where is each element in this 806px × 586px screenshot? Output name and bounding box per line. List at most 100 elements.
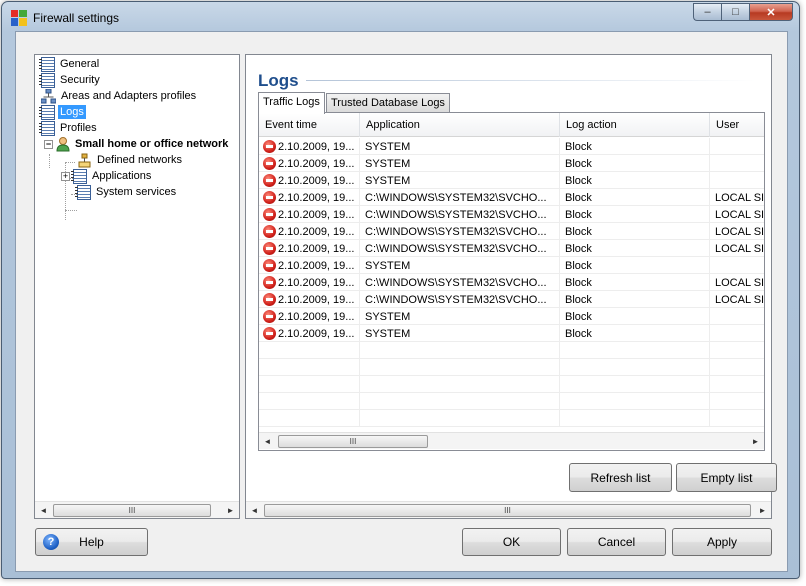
column-header-log-action[interactable]: Log action bbox=[560, 113, 710, 137]
settings-tree[interactable]: General Security Areas and Adapters prof… bbox=[34, 54, 240, 519]
event-time-cell: 2.10.2009, 19... bbox=[259, 172, 360, 189]
tree-item-system-services[interactable]: System services bbox=[75, 184, 178, 200]
scrollbar-thumb[interactable]: III bbox=[264, 504, 751, 517]
cell-text: SYSTEM bbox=[365, 140, 411, 153]
tab-traffic-logs[interactable]: Traffic Logs bbox=[258, 92, 325, 114]
table-row[interactable] bbox=[259, 342, 764, 359]
scroll-right-arrow-icon[interactable]: ► bbox=[747, 433, 764, 450]
cell-text: Block bbox=[565, 310, 592, 323]
application-cell: C:\WINDOWS\SYSTEM32\SVCHO... bbox=[360, 189, 560, 206]
block-icon bbox=[263, 327, 276, 340]
application-cell bbox=[360, 410, 560, 427]
table-row[interactable] bbox=[259, 376, 764, 393]
scroll-left-arrow-icon[interactable]: ◄ bbox=[259, 433, 276, 450]
table-horizontal-scrollbar[interactable]: ◄ III ► bbox=[259, 432, 764, 449]
cell-text: 2.10.2009, 19... bbox=[278, 276, 355, 289]
title-bar[interactable]: Firewall settings – □ ✕ bbox=[2, 2, 799, 30]
collapse-toggle[interactable]: − bbox=[44, 139, 53, 149]
event-time-cell: 2.10.2009, 19... bbox=[259, 291, 360, 308]
tab-trusted-database-logs[interactable]: Trusted Database Logs bbox=[326, 93, 450, 113]
traffic-log-table[interactable]: Event time Application Log action User 2… bbox=[259, 113, 764, 432]
table-row[interactable]: 2.10.2009, 19... C:\WINDOWS\SYSTEM32\SVCH… bbox=[259, 223, 764, 240]
log-action-cell bbox=[560, 410, 710, 427]
table-row[interactable] bbox=[259, 393, 764, 410]
tree-connector bbox=[65, 210, 77, 211]
event-time-cell: 2.10.2009, 19... bbox=[259, 206, 360, 223]
table-row[interactable]: 2.10.2009, 19... SYSTEM Block bbox=[259, 308, 764, 325]
application-cell: C:\WINDOWS\SYSTEM32\SVCHO... bbox=[360, 240, 560, 257]
table-row[interactable]: 2.10.2009, 19... SYSTEM Block bbox=[259, 172, 764, 189]
tree-item-defined-networks[interactable]: Defined networks bbox=[77, 152, 184, 168]
scrollbar-thumb[interactable]: III bbox=[278, 435, 428, 448]
tree-item-security[interactable]: Security bbox=[39, 72, 102, 88]
maximize-button[interactable]: □ bbox=[721, 3, 749, 21]
refresh-list-button[interactable]: Refresh list bbox=[569, 463, 672, 492]
tree-horizontal-scrollbar[interactable]: ◄ III ► bbox=[35, 501, 239, 518]
tree-item-areas-adapters-profiles[interactable]: Areas and Adapters profiles bbox=[41, 88, 198, 104]
cancel-button[interactable]: Cancel bbox=[567, 528, 666, 556]
tree-item-profiles[interactable]: Profiles bbox=[39, 120, 99, 136]
tree-item-logs[interactable]: Logs bbox=[39, 104, 86, 120]
cell-text: 2.10.2009, 19... bbox=[278, 293, 355, 306]
tree-item-small-home-office-network[interactable]: − Small home or office network bbox=[44, 136, 230, 152]
user-cell bbox=[710, 342, 764, 359]
tree-item-label: System services bbox=[96, 186, 177, 198]
table-row[interactable]: 2.10.2009, 19... C:\WINDOWS\SYSTEM32\SVCH… bbox=[259, 291, 764, 308]
table-row[interactable] bbox=[259, 410, 764, 427]
cell-text: C:\WINDOWS\SYSTEM32\SVCHO... bbox=[365, 276, 547, 289]
caption-buttons: – □ ✕ bbox=[693, 3, 793, 21]
log-action-cell bbox=[560, 393, 710, 410]
help-button[interactable]: ? Help bbox=[35, 528, 148, 556]
scrollbar-thumb[interactable]: III bbox=[53, 504, 211, 517]
block-icon bbox=[263, 157, 276, 170]
cell-text: LOCAL SI bbox=[715, 276, 764, 289]
apply-button[interactable]: Apply bbox=[672, 528, 772, 556]
panel-horizontal-scrollbar[interactable]: ◄ III ► bbox=[246, 501, 771, 518]
cell-text: Block bbox=[565, 208, 592, 221]
event-time-cell bbox=[259, 376, 360, 393]
application-cell bbox=[360, 393, 560, 410]
log-action-cell: Block bbox=[560, 206, 710, 223]
cell-text: LOCAL SI bbox=[715, 293, 764, 306]
close-button[interactable]: ✕ bbox=[749, 3, 793, 21]
event-time-cell bbox=[259, 342, 360, 359]
table-row[interactable]: 2.10.2009, 19... C:\WINDOWS\SYSTEM32\SVCH… bbox=[259, 206, 764, 223]
block-icon bbox=[263, 208, 276, 221]
column-header-application[interactable]: Application bbox=[360, 113, 560, 137]
scroll-right-arrow-icon[interactable]: ► bbox=[222, 502, 239, 519]
tree-item-general[interactable]: General bbox=[39, 56, 101, 72]
empty-list-button[interactable]: Empty list bbox=[676, 463, 777, 492]
table-row[interactable]: 2.10.2009, 19... SYSTEM Block bbox=[259, 257, 764, 274]
ok-button[interactable]: OK bbox=[462, 528, 561, 556]
scroll-right-arrow-icon[interactable]: ► bbox=[754, 502, 771, 519]
column-header-event-time[interactable]: Event time bbox=[259, 113, 360, 137]
user-cell bbox=[710, 257, 764, 274]
application-cell: SYSTEM bbox=[360, 257, 560, 274]
event-time-cell bbox=[259, 410, 360, 427]
button-label: Cancel bbox=[597, 535, 636, 549]
minimize-button[interactable]: – bbox=[693, 3, 721, 21]
table-row[interactable] bbox=[259, 359, 764, 376]
table-row[interactable]: 2.10.2009, 19... SYSTEM Block bbox=[259, 138, 764, 155]
document-icon bbox=[39, 72, 55, 88]
tree-item-applications[interactable]: + Applications bbox=[61, 168, 153, 184]
expand-toggle[interactable]: + bbox=[61, 171, 70, 181]
log-action-cell: Block bbox=[560, 138, 710, 155]
table-row[interactable]: 2.10.2009, 19... C:\WINDOWS\SYSTEM32\SVCH… bbox=[259, 274, 764, 291]
minimize-icon: – bbox=[704, 6, 711, 18]
scroll-left-arrow-icon[interactable]: ◄ bbox=[35, 502, 52, 519]
log-action-cell: Block bbox=[560, 308, 710, 325]
application-cell: C:\WINDOWS\SYSTEM32\SVCHO... bbox=[360, 291, 560, 308]
table-row[interactable]: 2.10.2009, 19... SYSTEM Block bbox=[259, 155, 764, 172]
table-row[interactable]: 2.10.2009, 19... C:\WINDOWS\SYSTEM32\SVCH… bbox=[259, 189, 764, 206]
cell-text: Block bbox=[565, 157, 592, 170]
cell-text: SYSTEM bbox=[365, 327, 411, 340]
column-header-user[interactable]: User bbox=[710, 113, 764, 137]
scroll-left-arrow-icon[interactable]: ◄ bbox=[246, 502, 263, 519]
log-action-cell: Block bbox=[560, 223, 710, 240]
table-row[interactable]: 2.10.2009, 19... C:\WINDOWS\SYSTEM32\SVCH… bbox=[259, 240, 764, 257]
cell-text: C:\WINDOWS\SYSTEM32\SVCHO... bbox=[365, 225, 547, 238]
help-icon: ? bbox=[43, 534, 59, 550]
block-icon bbox=[263, 174, 276, 187]
table-row[interactable]: 2.10.2009, 19... SYSTEM Block bbox=[259, 325, 764, 342]
